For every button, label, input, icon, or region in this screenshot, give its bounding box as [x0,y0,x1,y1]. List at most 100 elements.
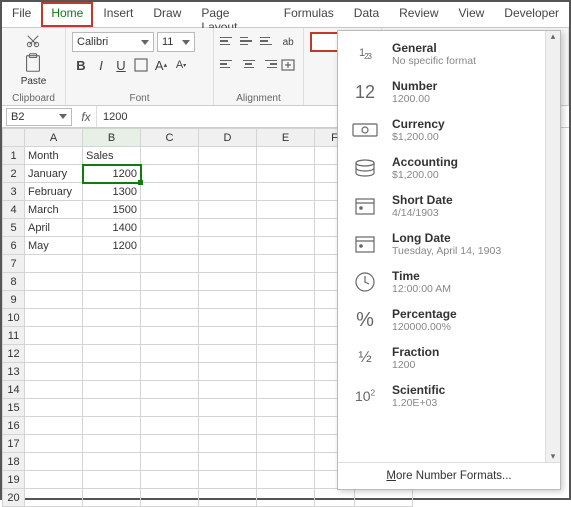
cell-D2[interactable] [199,165,257,183]
cell-C20[interactable] [141,489,199,507]
cell-E19[interactable] [257,471,315,489]
tab-file[interactable]: File [2,2,41,27]
cell-E20[interactable] [257,489,315,507]
format-option-shortdate[interactable]: Short Date 4/14/1903 [338,187,545,225]
cell-A1[interactable]: Month [25,147,83,165]
tab-data[interactable]: Data [344,2,389,27]
cell-E5[interactable] [257,219,315,237]
cell-B15[interactable] [83,399,141,417]
tab-draw[interactable]: Draw [143,2,191,27]
cell-C10[interactable] [141,309,199,327]
cell-B14[interactable] [83,381,141,399]
tab-view[interactable]: View [449,2,495,27]
cell-A14[interactable] [25,381,83,399]
cell-A17[interactable] [25,435,83,453]
cell-D14[interactable] [199,381,257,399]
format-option-currency[interactable]: Currency $1,200.00 [338,111,545,149]
cell-A9[interactable] [25,291,83,309]
row-header-11[interactable]: 11 [3,327,25,345]
row-header-10[interactable]: 10 [3,309,25,327]
cell-C5[interactable] [141,219,199,237]
cell-A12[interactable] [25,345,83,363]
format-option-number[interactable]: 12 Number 1200.00 [338,73,545,111]
cell-A19[interactable] [25,471,83,489]
cell-E15[interactable] [257,399,315,417]
cell-E16[interactable] [257,417,315,435]
cell-A8[interactable] [25,273,83,291]
row-header-2[interactable]: 2 [3,165,25,183]
cell-C19[interactable] [141,471,199,489]
cell-A10[interactable] [25,309,83,327]
cell-A15[interactable] [25,399,83,417]
row-header-3[interactable]: 3 [3,183,25,201]
cell-F20[interactable] [315,489,355,507]
align-middle-button[interactable] [240,32,258,50]
cell-B2[interactable]: 1200 [83,165,141,183]
more-number-formats[interactable]: More Number Formats... [338,462,560,489]
cell-A16[interactable] [25,417,83,435]
align-center-button[interactable] [240,55,258,73]
cell-B6[interactable]: 1200 [83,237,141,255]
cell-C6[interactable] [141,237,199,255]
cell-B18[interactable] [83,453,141,471]
cell-B8[interactable] [83,273,141,291]
cell-D7[interactable] [199,255,257,273]
cell-D18[interactable] [199,453,257,471]
scrollbar[interactable]: ▴▾ [545,31,560,462]
cell-B11[interactable] [83,327,141,345]
format-option-percentage[interactable]: % Percentage 120000.00% [338,301,545,339]
name-box[interactable]: B2 [6,108,72,126]
cell-D16[interactable] [199,417,257,435]
cell-D5[interactable] [199,219,257,237]
cell-B17[interactable] [83,435,141,453]
row-header-13[interactable]: 13 [3,363,25,381]
cell-C11[interactable] [141,327,199,345]
cell-D13[interactable] [199,363,257,381]
font-name-select[interactable]: Calibri [72,32,154,52]
cell-E12[interactable] [257,345,315,363]
cell-C1[interactable] [141,147,199,165]
col-header-E[interactable]: E [257,129,315,147]
row-header-9[interactable]: 9 [3,291,25,309]
cell-D9[interactable] [199,291,257,309]
cell-E9[interactable] [257,291,315,309]
cell-B1[interactable]: Sales [83,147,141,165]
cell-E13[interactable] [257,363,315,381]
cell-A4[interactable]: March [25,201,83,219]
cell-D12[interactable] [199,345,257,363]
decrease-font-button[interactable]: A▾ [172,55,190,75]
cell-C9[interactable] [141,291,199,309]
cell-A18[interactable] [25,453,83,471]
cell-B7[interactable] [83,255,141,273]
wrap-text-button[interactable]: ab [279,32,297,52]
row-header-19[interactable]: 19 [3,471,25,489]
cell-C2[interactable] [141,165,199,183]
cell-B5[interactable]: 1400 [83,219,141,237]
cell-C18[interactable] [141,453,199,471]
row-header-5[interactable]: 5 [3,219,25,237]
cell-E6[interactable] [257,237,315,255]
row-header-15[interactable]: 15 [3,399,25,417]
cell-E10[interactable] [257,309,315,327]
cell-C3[interactable] [141,183,199,201]
font-size-select[interactable]: 11 [157,32,195,52]
cell-A6[interactable]: May [25,237,83,255]
cell-E1[interactable] [257,147,315,165]
align-right-button[interactable] [260,55,278,73]
cell-D11[interactable] [199,327,257,345]
cut-icon[interactable] [24,32,42,50]
cell-D6[interactable] [199,237,257,255]
paste-button[interactable]: Paste [21,32,47,87]
cell-D4[interactable] [199,201,257,219]
cell-B9[interactable] [83,291,141,309]
col-header-C[interactable]: C [141,129,199,147]
row-header-12[interactable]: 12 [3,345,25,363]
cell-B16[interactable] [83,417,141,435]
row-header-16[interactable]: 16 [3,417,25,435]
cell-E18[interactable] [257,453,315,471]
cell-E4[interactable] [257,201,315,219]
cell-B10[interactable] [83,309,141,327]
format-option-accounting[interactable]: Accounting $1,200.00 [338,149,545,187]
row-header-6[interactable]: 6 [3,237,25,255]
tab-page-layout[interactable]: Page Layout [191,2,273,27]
